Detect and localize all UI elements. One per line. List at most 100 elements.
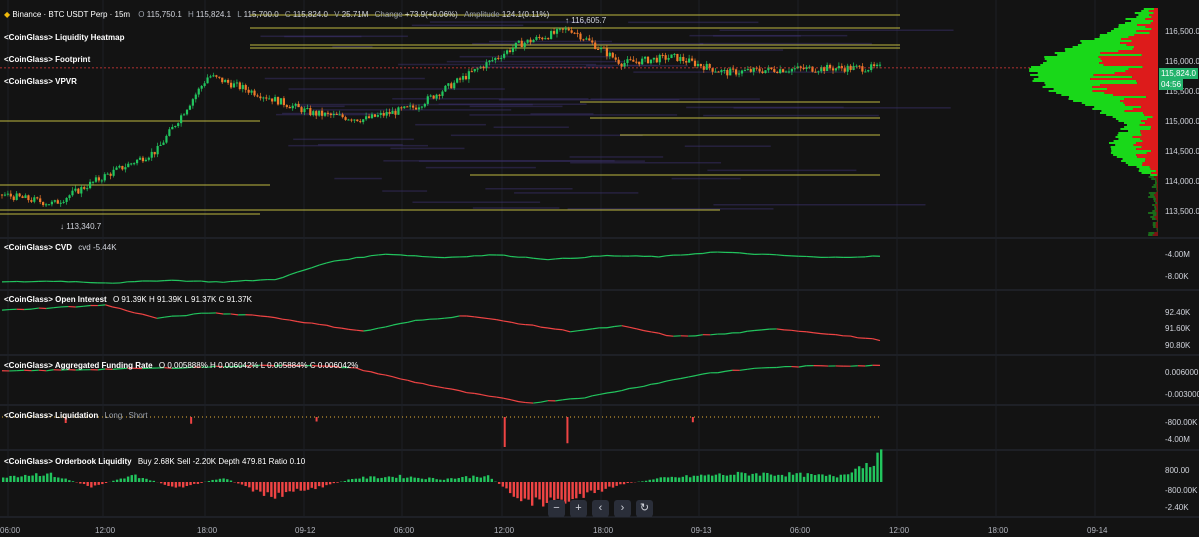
candle-body: [608, 52, 611, 57]
profile-sell: [1142, 66, 1158, 68]
low-value: 115,700.0: [243, 10, 279, 19]
time-tick: 09-14: [1087, 526, 1108, 535]
cvd-line: [304, 267, 313, 271]
zoom-out-button[interactable]: −: [548, 500, 565, 517]
candle-body: [130, 163, 133, 165]
heatmap-band: [469, 114, 678, 116]
orderbook-bar: [450, 478, 453, 482]
candle-body: [878, 64, 882, 66]
cvd-line: [540, 258, 549, 261]
orderbook-bar: [839, 474, 842, 482]
profile-sell: [1151, 28, 1158, 30]
heatmap-band: [472, 42, 704, 45]
orderbook-bar: [744, 473, 747, 482]
profile-sell: [1156, 214, 1158, 216]
profile-buy: [1148, 212, 1157, 214]
cvd-pane-title[interactable]: <CoinGlass> CVD cvd -5.44K: [4, 243, 117, 252]
cvd-line: [311, 264, 320, 269]
oi-line: [872, 338, 881, 342]
profile-buy: [1150, 194, 1155, 196]
candle-body: [761, 71, 764, 74]
cvd-line: [341, 258, 349, 261]
candle-body: [441, 91, 444, 96]
oi-pane-title[interactable]: <CoinGlass> Open Interest O 91.39K H 91.…: [4, 295, 252, 304]
candle-body: [582, 39, 585, 41]
candle-body: [265, 97, 268, 99]
funding-line: [392, 376, 401, 380]
candle-body: [705, 63, 708, 70]
profile-buy: [1118, 24, 1138, 26]
liquidation-pane-title[interactable]: <CoinGlass> Liquidation Long Short: [4, 411, 148, 420]
profile-sell: [1152, 116, 1158, 118]
reset-button[interactable]: ↻: [636, 500, 653, 517]
overlay-vpvr[interactable]: <CoinGlass> VPVR: [4, 77, 77, 86]
heatmap-band: [288, 88, 505, 90]
funding-low: 0.005884%: [267, 361, 308, 370]
high-label: H: [188, 10, 194, 19]
profile-buy: [1031, 66, 1143, 68]
candle-body: [646, 56, 650, 64]
orderbook-bar: [71, 481, 75, 482]
candle-body: [664, 55, 667, 60]
candle-body: [781, 69, 785, 73]
profile-sell: [1145, 18, 1158, 20]
funding-line: [429, 384, 438, 388]
orderbook-bar: [523, 482, 527, 499]
orderbook-bar: [773, 475, 776, 482]
funding-low-label: L: [260, 361, 265, 370]
profile-sell: [1124, 98, 1158, 100]
profile-buy: [1115, 136, 1133, 138]
profile-buy: [1153, 200, 1156, 202]
candle-body: [541, 37, 544, 40]
candle-body: [652, 57, 655, 60]
funding-pane-title[interactable]: <CoinGlass> Aggregated Funding Rate O 0.…: [4, 361, 358, 370]
profile-buy: [1151, 178, 1157, 180]
orderbook-bar: [486, 475, 490, 482]
candle-body: [271, 98, 274, 102]
oi-line: [142, 313, 150, 317]
candle-body: [247, 89, 250, 93]
orderbook-bar: [475, 476, 479, 482]
orderbook-bar: [593, 482, 596, 494]
scroll-left-button[interactable]: ‹: [592, 500, 609, 517]
cvd-line: [252, 279, 261, 282]
candle-body: [241, 85, 244, 90]
funding-line: [363, 370, 371, 373]
heatmap-band: [570, 162, 722, 164]
orderbook-bar: [725, 475, 729, 482]
profile-buy: [1128, 164, 1143, 166]
oi-line: [665, 334, 674, 337]
heatmap-band: [713, 35, 801, 37]
overlay-liquidity-heatmap[interactable]: <CoinGlass> Liquidity Heatmap: [4, 33, 124, 42]
candle-body: [505, 50, 509, 54]
orderbook-bar: [79, 482, 82, 484]
orderbook-bar: [306, 482, 310, 490]
profile-buy: [1113, 140, 1143, 142]
profile-buy: [1092, 108, 1133, 110]
zoom-in-button[interactable]: +: [570, 500, 587, 517]
orderbook-bar: [31, 475, 34, 482]
candle-body: [356, 119, 359, 122]
heatmap-band: [293, 138, 414, 141]
low-label: L: [237, 10, 242, 19]
scroll-right-button[interactable]: ›: [614, 500, 631, 517]
symbol-header[interactable]: ◆ Binance · BTC USDT Perp · 15m O 115,75…: [4, 10, 549, 19]
funding-high: 0.006042%: [218, 361, 259, 370]
time-tick: 09-13: [691, 526, 712, 535]
funding-name: <CoinGlass> Aggregated Funding Rate: [4, 361, 153, 370]
overlay-footprint[interactable]: <CoinGlass> Footprint: [4, 55, 90, 64]
candle-body: [329, 113, 332, 116]
profile-sell: [1157, 190, 1158, 192]
orderbook-bar: [193, 482, 196, 484]
candle-body: [605, 48, 609, 57]
profile-sell: [1136, 154, 1158, 156]
orderbook-bar: [284, 482, 288, 493]
candle-body: [447, 83, 450, 86]
orderbook-pane-title[interactable]: <CoinGlass> Orderbook Liquidity Buy 2.68…: [4, 457, 305, 466]
candle-body: [297, 103, 300, 108]
profile-buy: [1125, 162, 1143, 164]
orderbook-bar: [395, 477, 398, 482]
orderbook-bar: [832, 476, 835, 482]
funding-line: [629, 386, 637, 390]
profile-buy: [1156, 230, 1158, 232]
